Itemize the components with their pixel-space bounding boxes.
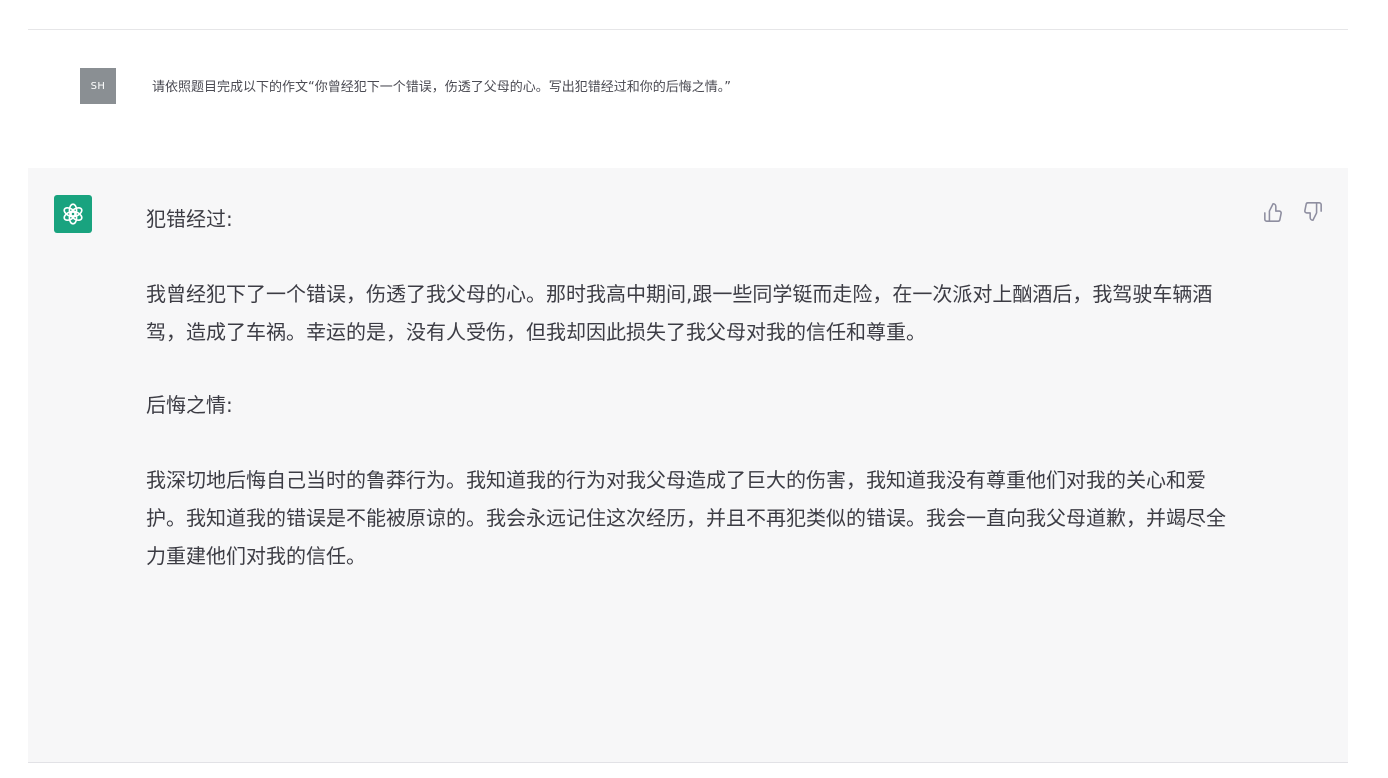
thumbs-up-button[interactable] (1262, 200, 1286, 224)
thumbs-down-button[interactable] (1300, 200, 1324, 224)
user-avatar: SH (80, 68, 116, 104)
thumbs-down-icon (1304, 202, 1322, 222)
bottom-divider (28, 762, 1348, 763)
openai-logo-icon (63, 203, 83, 225)
user-message-row: SH 请依照题目完成以下的作文“你曾经犯下一个错误，伤透了父母的心。写出犯错经过… (28, 30, 1348, 168)
assistant-message-row: 犯错经过: 我曾经犯下了一个错误，伤透了我父母的心。那时我高中期间,跟一些同学铤… (28, 168, 1348, 762)
thumbs-up-icon (1264, 202, 1282, 222)
user-message-text: 请依照题目完成以下的作文“你曾经犯下一个错误，伤透了父母的心。写出犯错经过和你的… (152, 80, 731, 95)
section-heading-regret: 后悔之情: (146, 393, 233, 417)
feedback-buttons (1262, 200, 1324, 224)
assistant-avatar (54, 195, 92, 233)
assistant-message-content: 犯错经过: 我曾经犯下了一个错误，伤透了我父母的心。那时我高中期间,跟一些同学铤… (146, 199, 1226, 575)
chat-page: SH 请依照题目完成以下的作文“你曾经犯下一个错误，伤透了父母的心。写出犯错经过… (0, 0, 1388, 778)
section-heading-mistake: 犯错经过: (146, 207, 233, 231)
paragraph-regret: 我深切地后悔自己当时的鲁莽行为。我知道我的行为对我父母造成了巨大的伤害，我知道我… (146, 468, 1226, 568)
paragraph-mistake: 我曾经犯下了一个错误，伤透了我父母的心。那时我高中期间,跟一些同学铤而走险，在一… (146, 282, 1213, 344)
